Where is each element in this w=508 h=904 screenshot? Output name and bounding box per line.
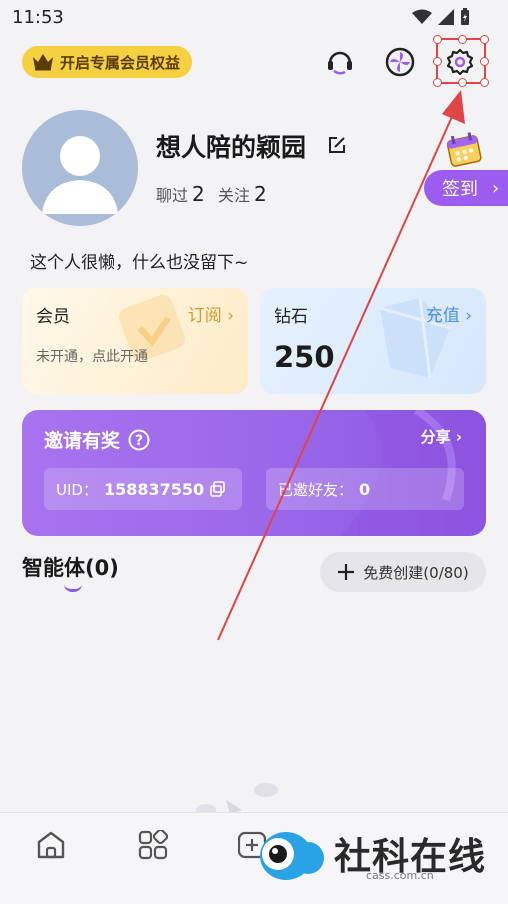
vip-card[interactable]: 会员 订阅 › 未开通，点此开通 bbox=[22, 288, 248, 394]
invite-title-label: 邀请有奖 bbox=[44, 430, 121, 452]
plus-icon bbox=[338, 564, 355, 580]
vip-banner-button[interactable]: 开启专属会员权益 bbox=[22, 46, 193, 78]
share-label: 分享 bbox=[420, 428, 451, 446]
chevron-right-icon: › bbox=[465, 306, 472, 326]
wifi-icon bbox=[412, 9, 432, 24]
signal-icon bbox=[438, 9, 454, 25]
vip-banner-label: 开启专属会员权益 bbox=[60, 53, 181, 72]
follow-count: 2 bbox=[254, 182, 267, 206]
watermark-url: cass.com.cn bbox=[366, 869, 434, 882]
invite-title: 邀请有奖 ? bbox=[44, 426, 150, 453]
username: 想人陪的颖园 bbox=[156, 133, 307, 162]
chats-label: 聊过 bbox=[156, 186, 189, 205]
uid-value: 158837550 bbox=[103, 479, 205, 499]
watermark-logo bbox=[260, 832, 324, 880]
chevron-right-icon: › bbox=[455, 428, 462, 446]
crown-icon bbox=[33, 54, 53, 71]
signin-button[interactable]: 签到 › bbox=[424, 170, 508, 206]
chevron-right-icon: › bbox=[492, 177, 500, 199]
create-agent-label: 免费创建(0/80) bbox=[363, 563, 469, 582]
create-agent-button[interactable]: 免费创建(0/80) bbox=[320, 552, 486, 592]
help-icon[interactable]: ? bbox=[128, 429, 150, 451]
follow-stat[interactable]: 关注 2 bbox=[218, 182, 267, 206]
diamond-card-title: 钻石 bbox=[274, 307, 308, 327]
invited-friends-field: 已邀好友： 0 bbox=[266, 468, 464, 510]
customer-service-button[interactable] bbox=[322, 44, 358, 80]
share-button[interactable]: 分享 › bbox=[421, 426, 462, 447]
pinwheel-button[interactable] bbox=[382, 44, 418, 80]
agents-tab-indicator bbox=[64, 584, 82, 592]
agents-title[interactable]: 智能体(0) bbox=[22, 552, 119, 582]
bio-text: 这个人很懒，什么也没留下~ bbox=[30, 253, 249, 273]
chevron-right-icon: › bbox=[227, 306, 234, 326]
headset-icon bbox=[328, 51, 352, 75]
pinwheel-icon bbox=[385, 47, 415, 77]
diamond-recharge-link[interactable]: 充值 › bbox=[426, 301, 472, 326]
chats-count: 2 bbox=[192, 182, 205, 206]
edit-icon bbox=[329, 137, 345, 153]
status-bar: 11:53 bbox=[0, 0, 508, 36]
status-icons bbox=[412, 8, 470, 26]
diamond-amount: 250 bbox=[274, 340, 335, 374]
avatar[interactable] bbox=[22, 110, 138, 226]
invited-label: 已邀好友： bbox=[278, 480, 354, 499]
status-time: 11:53 bbox=[12, 7, 64, 28]
follow-label: 关注 bbox=[218, 186, 251, 205]
vip-card-title: 会员 bbox=[36, 307, 70, 327]
chats-stat[interactable]: 聊过 2 bbox=[156, 182, 205, 206]
copy-icon[interactable] bbox=[210, 481, 226, 497]
invite-banner[interactable]: 邀请有奖 ? 分享 › UID： 158837550 已邀好友： 0 bbox=[22, 410, 486, 536]
vip-subscribe-label: 订阅 bbox=[187, 306, 222, 326]
empty-illustration bbox=[196, 783, 278, 816]
home-icon[interactable] bbox=[36, 830, 66, 860]
diamond-card[interactable]: 钻石 充值 › 250 bbox=[260, 288, 486, 394]
uid-label: UID： bbox=[56, 480, 98, 499]
signin-label: 签到 bbox=[442, 179, 478, 200]
default-avatar-icon bbox=[42, 136, 118, 214]
vip-subscribe-link[interactable]: 订阅 › bbox=[188, 301, 234, 326]
battery-icon bbox=[461, 8, 469, 25]
vip-status-text: 未开通，点此开通 bbox=[36, 349, 148, 365]
svg-text:?: ? bbox=[135, 433, 143, 449]
invited-count: 0 bbox=[359, 479, 371, 499]
calendar-icon bbox=[444, 130, 484, 174]
diamond-recharge-label: 充值 bbox=[425, 306, 460, 326]
uid-field[interactable]: UID： 158837550 bbox=[44, 468, 242, 510]
discover-icon[interactable] bbox=[138, 830, 168, 860]
settings-highlight-box bbox=[433, 35, 489, 87]
edit-profile-button[interactable] bbox=[328, 136, 346, 158]
